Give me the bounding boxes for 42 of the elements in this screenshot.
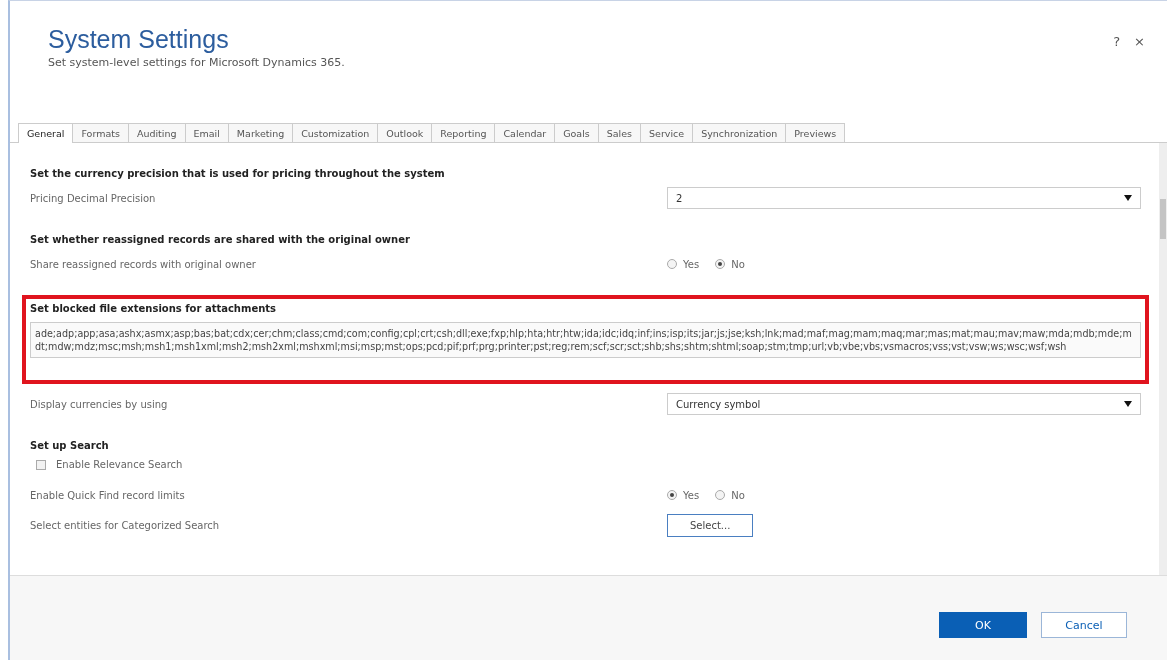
tab[interactable]: Reporting	[431, 123, 496, 142]
field-label: Enable Quick Find record limits	[30, 489, 186, 501]
radio-option[interactable]: Yes	[667, 489, 700, 501]
section-heading: Set the currency precision that is used for pricing throughout the system	[30, 168, 446, 179]
tab[interactable]: Formats	[72, 123, 129, 142]
tab[interactable]: Marketing	[227, 123, 294, 142]
section-heading: Set whether reassigned records are shared with the original owner	[30, 234, 411, 245]
dialog-subtitle: Set system-level settings for Microsoft Dynamics 365.	[48, 56, 346, 69]
tab[interactable]: Outlook	[377, 123, 433, 142]
tab[interactable]: Service	[640, 123, 694, 142]
section-heading: Set blocked file extensions for attachments	[30, 303, 278, 314]
extensions-textarea[interactable]: ade;adp;app;asa;ashx;asmx;asp;bas;bat;cdx;cer;chm;class;cmd;com;config;cpl;crt;csh;dll;exe;fxp;hlp;hta;htr;htw;ida;idc;idq;inf;ins;isp;its;jar;js;jse;ksh;lnk;mad;maf;mag;mam;maq;mar;mas;mat;mau;mav;maw;mda;mdb;mde;mdt;mdw;mdz;msc;msh;msh1;msh1xml;msh2;msh2xml;mshxml;msi;msp;mst;ops;pcd;pif;prf;prg;printer;pst;reg;rem;scf;scr;sct;shb;shs;shtm;shtml;soap;stm;tmp;url;vb;vbe;vbs;vsmacros;vss;vst;vsw;ws;wsc;wsf;wsh	[30, 322, 1141, 358]
help-button[interactable]: ?	[1113, 33, 1121, 49]
checkbox[interactable]	[36, 459, 46, 470]
tab[interactable]: Auditing	[127, 123, 186, 142]
tab[interactable]: Goals	[554, 123, 599, 142]
field-label: Pricing Decimal Precision	[30, 192, 157, 204]
tab[interactable]: Email	[184, 123, 229, 142]
dialog-title: System Settings	[48, 25, 230, 54]
tab[interactable]: Sales	[597, 123, 642, 142]
tab[interactable]: Customization	[292, 123, 379, 142]
tab[interactable]: Previews	[785, 123, 846, 142]
checkbox-label: Enable Relevance Search	[56, 459, 183, 470]
radio-option[interactable]: No	[715, 489, 745, 501]
field-label: Select entities for Categorized Search	[30, 520, 221, 531]
scrollbar[interactable]	[1159, 143, 1167, 575]
field-label: Display currencies by using	[30, 398, 169, 410]
tab[interactable]: Synchronization	[692, 123, 787, 142]
radio-option[interactable]: Yes	[667, 258, 700, 270]
caret-icon	[1124, 195, 1132, 201]
select-button[interactable]: Select...	[667, 514, 754, 537]
tab[interactable]: General	[18, 123, 74, 143]
field-label: Share reassigned records with original owner	[30, 258, 257, 270]
section-heading: Set up Search	[30, 440, 110, 451]
dropdown[interactable]: 2	[667, 187, 1141, 209]
close-button[interactable]: ×	[1134, 33, 1145, 49]
caret-icon	[1124, 401, 1132, 407]
cancel-button[interactable]: Cancel	[1041, 612, 1127, 638]
radio-option[interactable]: No	[715, 258, 745, 270]
dropdown[interactable]: Currency symbol	[667, 393, 1141, 415]
tab[interactable]: Calendar	[494, 123, 556, 142]
ok-button[interactable]: OK	[939, 612, 1027, 638]
